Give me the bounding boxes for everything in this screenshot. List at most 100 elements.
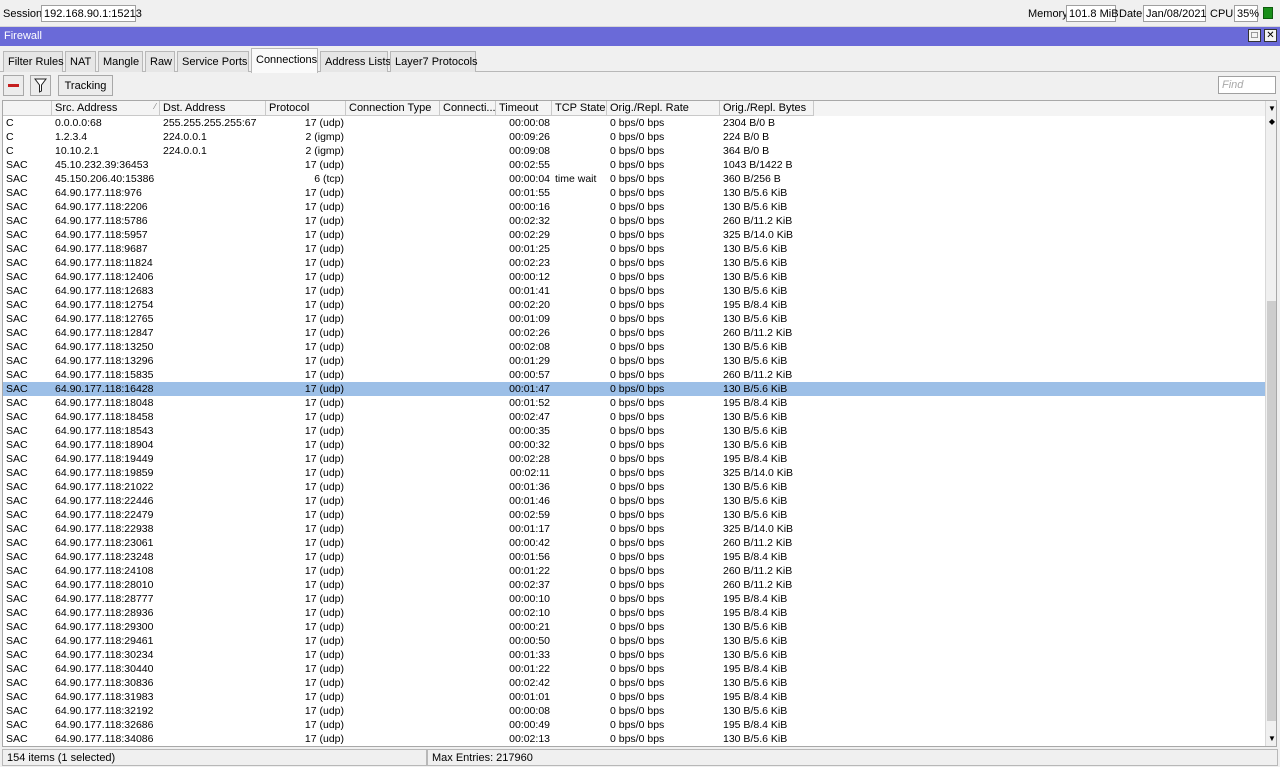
- col-flags[interactable]: [3, 101, 52, 116]
- vertical-scrollbar[interactable]: ▼ ◆ ▼: [1265, 101, 1276, 746]
- find-input[interactable]: Find: [1218, 76, 1276, 94]
- cell-connection-type: [346, 466, 440, 480]
- close-icon[interactable]: ✕: [1264, 29, 1277, 42]
- cell-connection-type: [346, 116, 440, 130]
- cell-src-address: 64.90.177.118:976: [55, 187, 142, 199]
- table-row[interactable]: SAC 64.90.177.118:29300 17 (udp) 00:00:21 0 …: [3, 620, 1265, 634]
- tab-address-lists[interactable]: Address Lists: [320, 51, 391, 72]
- table-row[interactable]: SAC 64.90.177.118:28936 17 (udp) 00:02:10 0 …: [3, 606, 1265, 620]
- col-connection-mark[interactable]: Connecti...: [440, 101, 496, 116]
- cell-bytes: 130 B/5.6 KiB: [723, 677, 788, 689]
- col-tcp-state[interactable]: TCP State: [552, 101, 607, 116]
- tab-layer7-protocols[interactable]: Layer7 Protocols: [390, 51, 478, 72]
- table-row[interactable]: SAC 64.90.177.118:12765 17 (udp) 00:01:09 0 …: [3, 312, 1265, 326]
- table-row[interactable]: SAC 64.90.177.118:22446 17 (udp) 00:01:46 0 …: [3, 494, 1265, 508]
- table-row[interactable]: SAC 64.90.177.118:18543 17 (udp) 00:00:35 0 …: [3, 424, 1265, 438]
- table-row[interactable]: SAC 64.90.177.118:5786 17 (udp) 00:02:32 0 b…: [3, 214, 1265, 228]
- table-row[interactable]: SAC 64.90.177.118:22479 17 (udp) 00:02:59 0 …: [3, 508, 1265, 522]
- filter-button[interactable]: [30, 75, 51, 96]
- col-bytes[interactable]: Orig./Repl. Bytes: [720, 101, 814, 116]
- table-row[interactable]: SAC 64.90.177.118:16428 17 (udp) 00:01:47 0 …: [3, 382, 1265, 396]
- table-row[interactable]: SAC 64.90.177.118:12683 17 (udp) 00:01:41 0 …: [3, 284, 1265, 298]
- table-row[interactable]: SAC 64.90.177.118:15835 17 (udp) 00:00:57 0 …: [3, 368, 1265, 382]
- cell-connection-type: [346, 508, 440, 522]
- table-row[interactable]: SAC 64.90.177.118:19449 17 (udp) 00:02:28 0 …: [3, 452, 1265, 466]
- cell-dst-address: [160, 480, 266, 494]
- table-row[interactable]: SAC 64.90.177.118:23248 17 (udp) 00:01:56 0 …: [3, 550, 1265, 564]
- scroll-top-icon[interactable]: ◆: [1266, 116, 1276, 128]
- cell-connection-type: [346, 662, 440, 676]
- table-row[interactable]: SAC 45.150.206.40:15386 6 (tcp) 00:00:04 tim…: [3, 172, 1265, 186]
- scroll-up-icon[interactable]: ▼: [1266, 103, 1276, 115]
- table-row[interactable]: SAC 64.90.177.118:13250 17 (udp) 00:02:08 0 …: [3, 340, 1265, 354]
- tracking-button[interactable]: Tracking: [58, 75, 113, 96]
- tab-service-ports[interactable]: Service Ports: [177, 51, 249, 72]
- col-src-address[interactable]: Src. Address ⁄: [52, 101, 160, 116]
- cell-tcp-state: [552, 438, 607, 452]
- scroll-thumb[interactable]: [1267, 301, 1276, 721]
- table-row[interactable]: C 10.10.2.1 224.0.0.1 2 (igmp) 00:09:08 0 bps…: [3, 144, 1265, 158]
- table-row[interactable]: SAC 64.90.177.118:12847 17 (udp) 00:02:26 0 …: [3, 326, 1265, 340]
- table-row[interactable]: SAC 64.90.177.118:29461 17 (udp) 00:00:50 0 …: [3, 634, 1265, 648]
- table-row[interactable]: SAC 64.90.177.118:18904 17 (udp) 00:00:32 0 …: [3, 438, 1265, 452]
- table-row[interactable]: SAC 64.90.177.118:28777 17 (udp) 00:00:10 0 …: [3, 592, 1265, 606]
- cell-flags: SAC: [6, 173, 28, 185]
- table-row[interactable]: SAC 64.90.177.118:18048 17 (udp) 00:01:52 0 …: [3, 396, 1265, 410]
- table-row[interactable]: SAC 64.90.177.118:19859 17 (udp) 00:02:11 0 …: [3, 466, 1265, 480]
- cell-flags: SAC: [6, 299, 28, 311]
- table-row[interactable]: SAC 64.90.177.118:32192 17 (udp) 00:00:08 0 …: [3, 704, 1265, 718]
- table-row[interactable]: SAC 64.90.177.118:12754 17 (udp) 00:02:20 0 …: [3, 298, 1265, 312]
- tab-connections[interactable]: Connections: [251, 48, 318, 73]
- cell-connection-type: [346, 564, 440, 578]
- table-row[interactable]: SAC 64.90.177.118:34086 17 (udp) 00:02:13 0 …: [3, 732, 1265, 746]
- table-row[interactable]: SAC 64.90.177.118:22938 17 (udp) 00:01:17 0 …: [3, 522, 1265, 536]
- session-field[interactable]: 192.168.90.1:15213: [41, 5, 142, 22]
- cell-tcp-state: [552, 676, 607, 690]
- table-row[interactable]: SAC 64.90.177.118:30440 17 (udp) 00:01:22 0 …: [3, 662, 1265, 676]
- cell-tcp-state: [552, 578, 607, 592]
- cell-protocol: 17 (udp): [304, 369, 344, 381]
- col-timeout[interactable]: Timeout: [496, 101, 552, 116]
- cell-flags: SAC: [6, 257, 28, 269]
- col-protocol[interactable]: Protocol: [266, 101, 346, 116]
- table-row[interactable]: SAC 64.90.177.118:976 17 (udp) 00:01:55 0 bp…: [3, 186, 1265, 200]
- cell-bytes: 325 B/14.0 KiB: [723, 467, 794, 479]
- table-row[interactable]: SAC 64.90.177.118:30234 17 (udp) 00:01:33 0 …: [3, 648, 1265, 662]
- remove-button[interactable]: [3, 75, 24, 96]
- col-rate[interactable]: Orig./Repl. Rate: [607, 101, 720, 116]
- table-row[interactable]: SAC 64.90.177.118:18458 17 (udp) 00:02:47 0 …: [3, 410, 1265, 424]
- top-status-bar: Session: 192.168.90.1:15213 Memory: 101.…: [0, 0, 1280, 27]
- cell-rate: 0 bps/0 bps: [610, 159, 665, 171]
- table-row[interactable]: SAC 64.90.177.118:30836 17 (udp) 00:02:42 0 …: [3, 676, 1265, 690]
- restore-icon[interactable]: □: [1248, 29, 1261, 42]
- tab-raw[interactable]: Raw: [145, 51, 175, 72]
- table-row[interactable]: SAC 64.90.177.118:12406 17 (udp) 00:00:12 0 …: [3, 270, 1265, 284]
- table-row[interactable]: SAC 64.90.177.118:24108 17 (udp) 00:01:22 0 …: [3, 564, 1265, 578]
- cell-timeout: 00:01:52: [509, 397, 550, 409]
- table-row[interactable]: SAC 64.90.177.118:28010 17 (udp) 00:02:37 0 …: [3, 578, 1265, 592]
- cell-connection-mark: [440, 158, 496, 172]
- cell-timeout: 00:09:26: [509, 131, 550, 143]
- cell-rate: 0 bps/0 bps: [610, 411, 665, 423]
- table-row[interactable]: SAC 64.90.177.118:32686 17 (udp) 00:00:49 0 …: [3, 718, 1265, 732]
- cell-bytes: 195 B/8.4 KiB: [723, 663, 788, 675]
- table-row[interactable]: C 0.0.0.0:68 255.255.255.255:67 17 (udp) 00:…: [3, 116, 1265, 130]
- table-row[interactable]: SAC 64.90.177.118:31983 17 (udp) 00:01:01 0 …: [3, 690, 1265, 704]
- table-row[interactable]: SAC 64.90.177.118:2206 17 (udp) 00:00:16 0 b…: [3, 200, 1265, 214]
- tab-nat[interactable]: NAT: [65, 51, 96, 72]
- tab-filter-rules[interactable]: Filter Rules: [3, 51, 64, 72]
- col-dst-address[interactable]: Dst. Address: [160, 101, 266, 116]
- table-row[interactable]: SAC 64.90.177.118:9687 17 (udp) 00:01:25 0 b…: [3, 242, 1265, 256]
- table-row[interactable]: SAC 45.10.232.39:36453 17 (udp) 00:02:55 0 b…: [3, 158, 1265, 172]
- table-row[interactable]: SAC 64.90.177.118:11824 17 (udp) 00:02:23 0 …: [3, 256, 1265, 270]
- table-row[interactable]: SAC 64.90.177.118:13296 17 (udp) 00:01:29 0 …: [3, 354, 1265, 368]
- cell-protocol: 17 (udp): [304, 187, 344, 199]
- table-row[interactable]: SAC 64.90.177.118:5957 17 (udp) 00:02:29 0 b…: [3, 228, 1265, 242]
- cell-flags: SAC: [6, 327, 28, 339]
- table-row[interactable]: SAC 64.90.177.118:21022 17 (udp) 00:01:36 0 …: [3, 480, 1265, 494]
- table-row[interactable]: SAC 64.90.177.118:23061 17 (udp) 00:00:42 0 …: [3, 536, 1265, 550]
- col-connection-type[interactable]: Connection Type: [346, 101, 440, 116]
- scroll-down-icon[interactable]: ▼: [1266, 733, 1276, 745]
- table-row[interactable]: C 1.2.3.4 224.0.0.1 2 (igmp) 00:09:26 0 bps/0…: [3, 130, 1265, 144]
- tab-mangle[interactable]: Mangle: [98, 51, 143, 72]
